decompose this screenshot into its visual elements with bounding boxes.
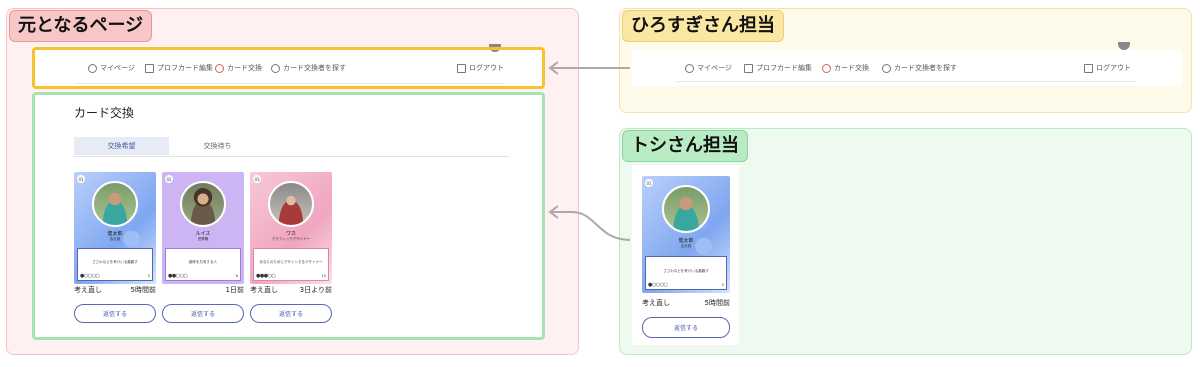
arrow-card [552, 211, 631, 241]
connector-arrows [548, 61, 631, 241]
